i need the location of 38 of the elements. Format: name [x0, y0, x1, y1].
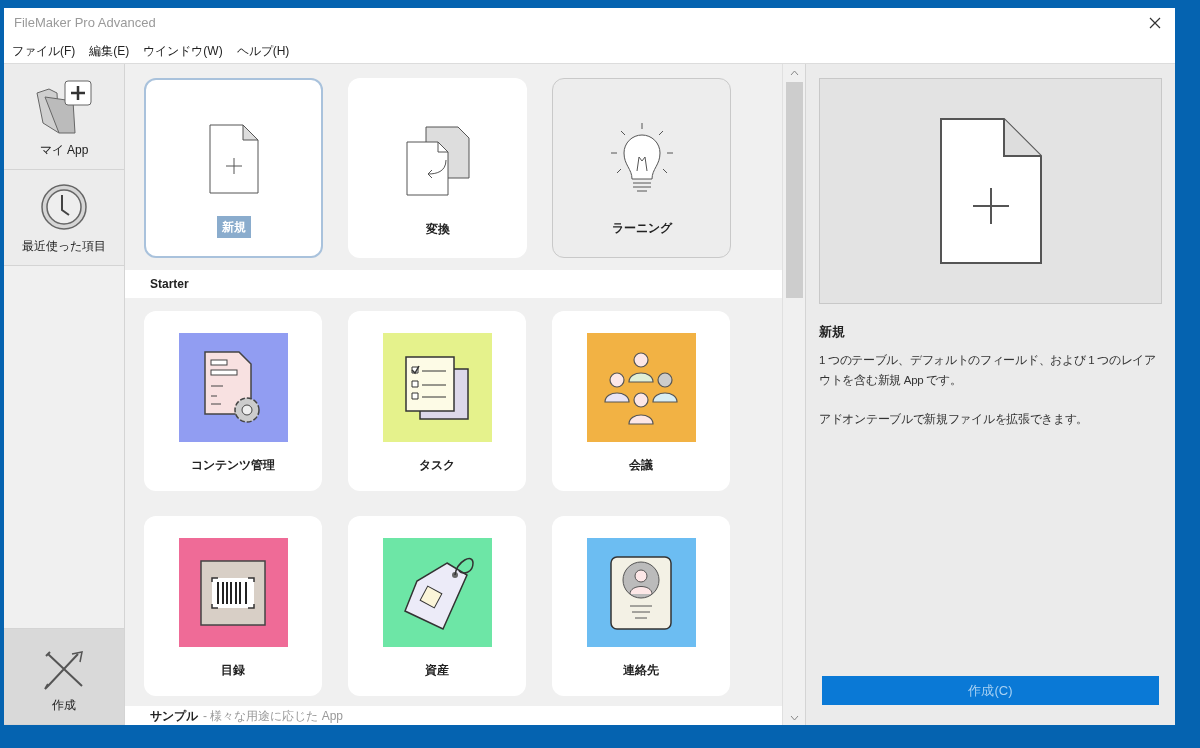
- sidebar-item[interactable]: 最近使った項目: [4, 170, 124, 266]
- menu-item[interactable]: ヘルプ(H): [236, 41, 290, 60]
- details-title: 新規: [819, 323, 846, 341]
- window-title: FileMaker Pro Advanced: [14, 14, 156, 33]
- template-card[interactable]: 資産: [348, 516, 526, 696]
- menu-item[interactable]: ファイル(F): [12, 41, 76, 60]
- clock-icon: [40, 183, 88, 231]
- template-card[interactable]: コンテンツ管理: [144, 311, 322, 491]
- template-card[interactable]: タスク: [348, 311, 526, 491]
- template-card[interactable]: 会議: [552, 311, 730, 491]
- menu-item[interactable]: ウインドウ(W): [143, 41, 223, 60]
- section-title: サンプル: [150, 707, 198, 725]
- contact-card-icon: [610, 555, 672, 630]
- convert-documents-icon: [405, 126, 470, 196]
- scrollbar[interactable]: [782, 64, 805, 725]
- pencil-ruler-icon: [42, 650, 86, 690]
- new-document-icon: [939, 118, 1042, 264]
- section-subtitle: - 様々な用途に応じた App: [203, 707, 343, 725]
- section-title: Starter: [150, 276, 189, 293]
- scrollbar-thumb[interactable]: [785, 82, 803, 298]
- scroll-up-icon[interactable]: [789, 70, 799, 76]
- description-text: アドオンテーブルで新規ファイルを拡張できます。: [819, 411, 1090, 427]
- template-card[interactable]: 連絡先: [552, 516, 730, 696]
- barcode-icon: [200, 559, 266, 626]
- folder-plus-icon: [35, 79, 93, 135]
- sidebar-item[interactable]: 作成: [4, 628, 124, 725]
- lightbulb-icon: [608, 121, 675, 195]
- sidebar-item[interactable]: マイ App: [4, 64, 124, 170]
- document-gear-icon: [203, 349, 263, 426]
- template-card[interactable]: 変換: [348, 78, 527, 258]
- template-card[interactable]: ラーニング: [552, 78, 731, 258]
- description-text: 1 つのテーブル、デフォルトのフィールド、および 1 つのレイアウトを含む新規 App です。: [819, 352, 1157, 388]
- close-icon[interactable]: [1149, 17, 1161, 29]
- checklist-icon: [404, 354, 470, 421]
- menu-item[interactable]: 編集(E): [89, 41, 130, 60]
- scroll-down-icon[interactable]: [789, 715, 799, 721]
- new-document-icon: [208, 124, 259, 194]
- template-card[interactable]: 目録: [144, 516, 322, 696]
